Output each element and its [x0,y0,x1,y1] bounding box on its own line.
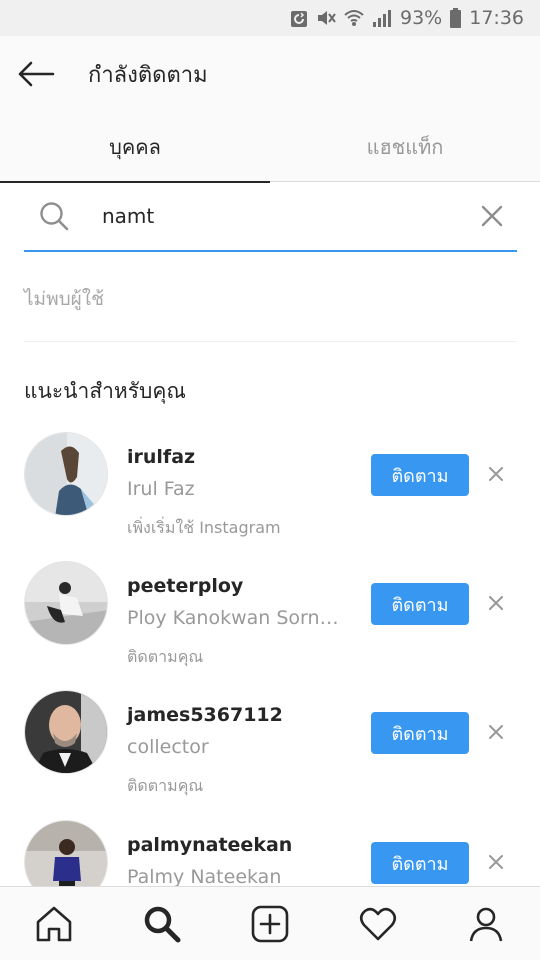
profile-icon[interactable] [432,887,540,960]
battery-icon [450,8,462,28]
suggestion-full-name: Ploy Kanokwan Sornsakul [127,607,347,629]
tab-bar: บุคคล แฮชแท็ก [0,112,540,183]
search-input[interactable] [102,204,467,228]
search-icon[interactable] [108,887,216,960]
dismiss-icon[interactable] [482,460,510,488]
follow-button[interactable]: ติดตาม [371,842,469,884]
suggestion-context: ติดตามคุณ [127,776,204,795]
search-icon [24,201,84,231]
tab-people[interactable]: บุคคล [0,112,270,183]
mute-icon [316,8,336,28]
avatar[interactable] [24,690,108,774]
suggestion-username[interactable]: peeterploy [127,575,243,597]
suggestion-full-name: Irul Faz [127,478,195,500]
suggestion-context: ติดตามคุณ [127,647,204,666]
tab-hashtags-label: แฮชแท็ก [366,135,444,159]
follow-button[interactable]: ติดตาม [371,712,469,754]
follow-button[interactable]: ติดตาม [371,454,469,496]
list-item: irulfaz Irul Faz เพิ่งเริ่มใช้ Instagram… [0,432,540,552]
avatar[interactable] [24,432,108,516]
suggestion-username[interactable]: irulfaz [127,446,195,468]
suggestion-full-name: collector [127,736,209,758]
back-arrow-icon[interactable] [0,36,72,112]
sync-icon [290,8,308,28]
follow-button[interactable]: ติดตาม [371,583,469,625]
clock: 17:36 [469,7,524,29]
add-post-icon[interactable] [216,887,324,960]
avatar[interactable] [24,561,108,645]
search-bar [24,182,517,252]
top-bar: กำลังติดตาม [0,36,540,112]
list-item: peeterploy Ploy Kanokwan Sornsakul ติดตา… [0,561,540,681]
close-icon[interactable] [467,205,517,227]
no-results-text: ไม่พบผู้ใช้ [24,288,104,310]
list-item: james5367112 collector ติดตามคุณ ติดตาม [0,690,540,810]
battery-percent: 93% [400,7,443,29]
wifi-icon [344,9,364,27]
suggestion-username[interactable]: palmynateekan [127,834,292,856]
dismiss-icon[interactable] [482,589,510,617]
suggestion-context: เพิ่งเริ่มใช้ Instagram [127,518,281,537]
tab-hashtags[interactable]: แฮชแท็ก [270,112,540,182]
bottom-navigation [0,886,540,960]
suggestion-full-name: Palmy Nateekan [127,866,282,888]
activity-heart-icon[interactable] [324,887,432,960]
tab-people-label: บุคคล [109,135,161,159]
home-icon[interactable] [0,887,108,960]
dismiss-icon[interactable] [482,718,510,746]
status-bar: 93% 17:36 [0,0,540,36]
dismiss-icon[interactable] [482,848,510,876]
page-title: กำลังติดตาม [88,62,208,88]
signal-icon [372,9,392,27]
suggestions-heading: แนะนำสำหรับคุณ [24,379,186,403]
divider [24,341,517,342]
suggestion-username[interactable]: james5367112 [127,704,283,726]
